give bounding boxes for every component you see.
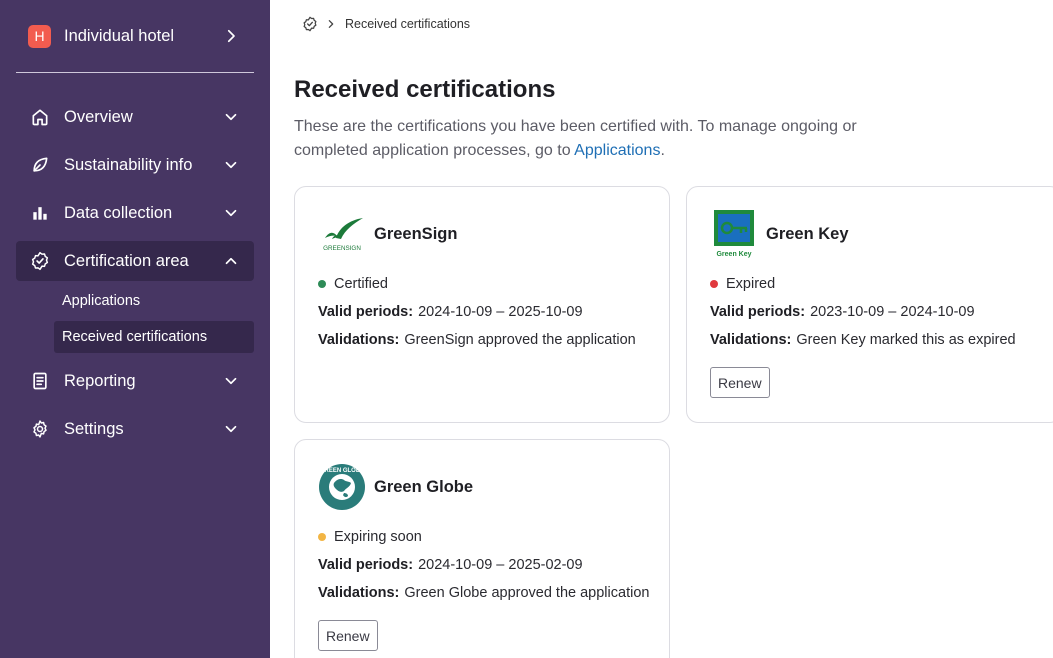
page-description: These are the certifications you have be… <box>294 115 894 163</box>
sidebar: H Individual hotel Overview Sustainabili… <box>0 0 270 658</box>
home-icon <box>30 107 50 127</box>
applications-link[interactable]: Applications <box>574 142 660 159</box>
certificate-badge-icon[interactable] <box>302 16 318 32</box>
validations-row: Validations: Green Key marked this as exp… <box>710 332 1016 348</box>
valid-period-row: Valid periods: 2024-10-09 – 2025-10-09 <box>318 304 583 320</box>
status-text: Expiring soon <box>334 529 422 545</box>
validations-value: Green Globe approved the application <box>404 585 650 601</box>
sidebar-item-overview[interactable]: Overview <box>16 97 254 137</box>
status-badge: Expired <box>710 276 775 292</box>
green-key-logo: Green Key <box>710 209 758 259</box>
chevron-down-icon <box>225 209 237 217</box>
valid-period-value: 2024-10-09 – 2025-02-09 <box>418 557 583 573</box>
page-description-suffix: . <box>660 142 665 159</box>
sidebar-item-data-collection[interactable]: Data collection <box>16 193 254 233</box>
valid-period-value: 2023-10-09 – 2024-10-09 <box>810 304 975 320</box>
chevron-right-icon <box>227 29 235 43</box>
validations-label: Validations: <box>710 332 792 348</box>
card-header: GREENSIGN GreenSign <box>318 209 457 259</box>
certification-name: Green Key <box>766 224 849 243</box>
sidebar-item-settings[interactable]: Settings <box>16 409 254 449</box>
sidebar-item-label: Settings <box>64 419 124 438</box>
chevron-down-icon <box>225 161 237 169</box>
chevron-down-icon <box>225 113 237 121</box>
valid-period-row: Valid periods: 2024-10-09 – 2025-02-09 <box>318 557 583 573</box>
sidebar-item-certification-area[interactable]: Certification area <box>16 241 254 281</box>
sidebar-divider <box>16 72 254 73</box>
sidebar-item-label: Overview <box>64 107 133 126</box>
validations-value: Green Key marked this as expired <box>796 332 1016 348</box>
certification-name: Green Globe <box>374 477 474 496</box>
greensign-logo: GREENSIGN <box>318 209 366 259</box>
validations-value: GreenSign approved the application <box>404 332 636 348</box>
hotel-badge: H <box>28 24 51 48</box>
renew-button[interactable]: Renew <box>318 620 378 651</box>
card-header: GREEN GLOBE Green Globe <box>318 462 473 512</box>
sidebar-item-reporting[interactable]: Reporting <box>16 361 254 401</box>
status-text: Expired <box>726 276 776 292</box>
logo-text: Green Key <box>716 251 751 258</box>
status-text: Certified <box>334 276 388 292</box>
certification-card: GREEN GLOBE Green Globe Expiring soon Va… <box>294 439 670 658</box>
validations-label: Validations: <box>318 332 400 348</box>
report-icon <box>30 371 50 391</box>
card-header: Green Key Green Key <box>710 209 849 259</box>
sidebar-item-sustainability-info[interactable]: Sustainability info <box>16 145 254 185</box>
hotel-name: Individual hotel <box>64 26 175 45</box>
sidebar-item-label: Sustainability info <box>64 155 193 174</box>
validations-label: Validations: <box>318 585 400 601</box>
certification-card: GREENSIGN GreenSign Certified Valid peri… <box>294 186 670 423</box>
breadcrumb-current: Received certifications <box>345 17 471 31</box>
breadcrumb: Received certifications <box>302 14 470 34</box>
gear-icon <box>30 419 50 439</box>
status-dot <box>318 280 326 288</box>
chevron-down-icon <box>225 377 237 385</box>
chevron-up-icon <box>225 257 237 265</box>
valid-period-value: 2024-10-09 – 2025-10-09 <box>418 304 583 320</box>
valid-period-row: Valid periods: 2023-10-09 – 2024-10-09 <box>710 304 975 320</box>
hotel-switcher[interactable]: H Individual hotel <box>16 12 254 60</box>
renew-button[interactable]: Renew <box>710 367 770 398</box>
certificate-badge-icon <box>30 251 50 271</box>
logo-text: GREENSIGN <box>323 245 361 252</box>
certification-name: GreenSign <box>374 224 458 243</box>
certification-card: Green Key Green Key Expired Valid period… <box>686 186 1053 423</box>
green-globe-logo: GREEN GLOBE <box>318 462 366 512</box>
valid-periods-label: Valid periods: <box>318 304 414 320</box>
leaf-icon <box>30 155 50 175</box>
status-dot <box>710 280 718 288</box>
page-title: Received certifications <box>294 76 556 103</box>
validations-row: Validations: Green Globe approved the app… <box>318 585 649 601</box>
sidebar-item-label: Certification area <box>64 251 189 270</box>
sidebar-subitem-received-certifications[interactable]: Received certifications <box>54 321 254 353</box>
bar-chart-icon <box>30 203 50 223</box>
status-badge: Certified <box>318 276 388 292</box>
sidebar-item-label: Data collection <box>64 203 173 222</box>
chevron-right-icon <box>326 19 336 29</box>
logo-text: GREEN GLOBE <box>320 468 364 474</box>
status-dot <box>318 533 326 541</box>
validations-row: Validations: GreenSign approved the appli… <box>318 332 636 348</box>
chevron-down-icon <box>225 425 237 433</box>
sidebar-item-label: Reporting <box>64 371 136 390</box>
status-badge: Expiring soon <box>318 529 422 545</box>
valid-periods-label: Valid periods: <box>318 557 414 573</box>
valid-periods-label: Valid periods: <box>710 304 806 320</box>
sidebar-subitem-applications[interactable]: Applications <box>54 285 254 317</box>
